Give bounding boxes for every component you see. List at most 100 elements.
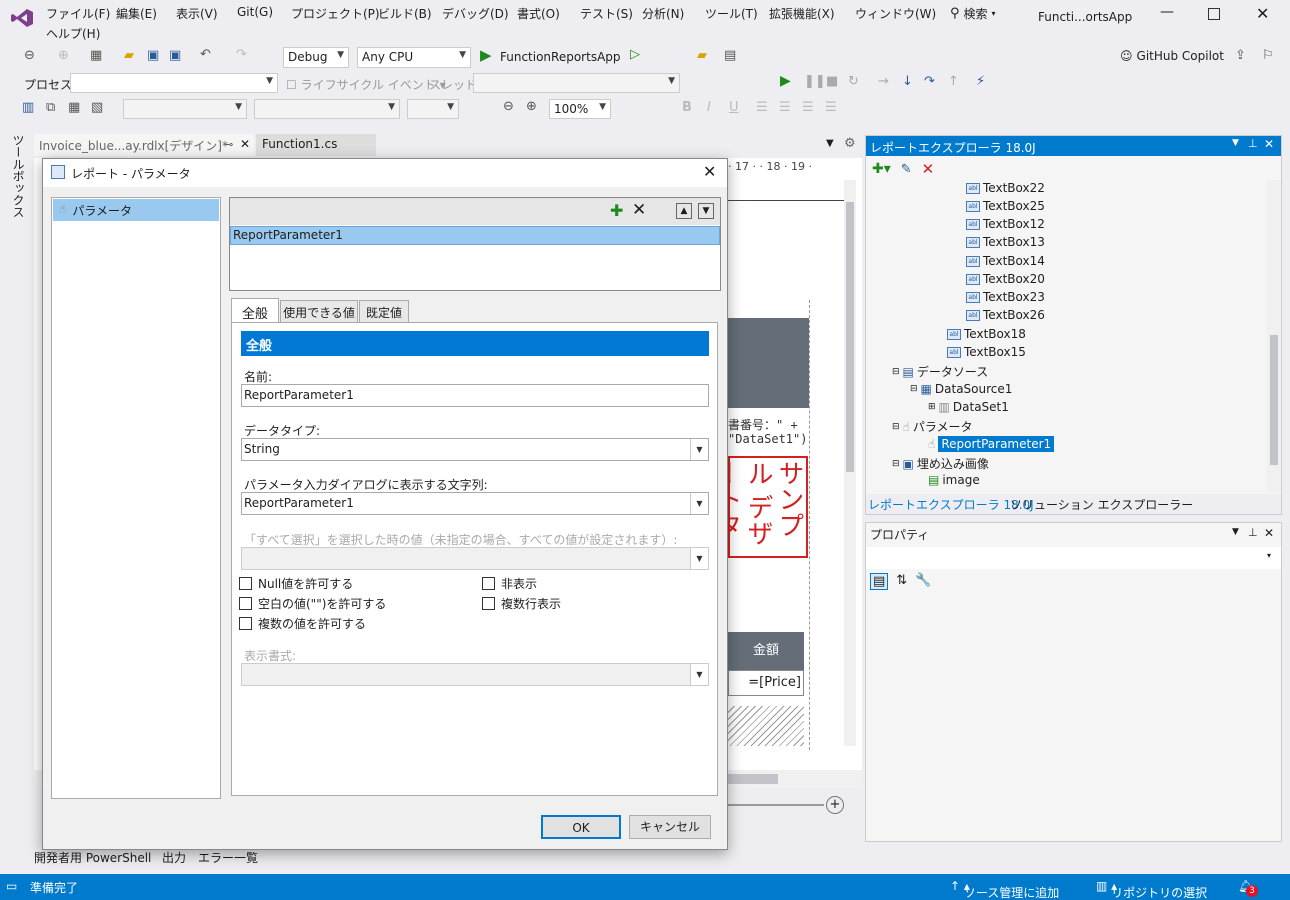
vertical-scrollbar[interactable] bbox=[844, 180, 856, 746]
font-size-select[interactable]: ▼ bbox=[407, 99, 459, 119]
tab-default-values[interactable]: 既定値 bbox=[359, 300, 409, 323]
process-select[interactable]: ▼ bbox=[70, 73, 278, 93]
explorer-scrollbar[interactable] bbox=[1267, 180, 1281, 492]
italic-icon[interactable]: I bbox=[707, 100, 711, 115]
copy-layout-icon[interactable]: ⧉ bbox=[46, 100, 55, 115]
menu-tools[interactable]: ツール(T) bbox=[705, 5, 758, 22]
layout-icon[interactable]: ▥ bbox=[22, 100, 34, 115]
maximize-button[interactable] bbox=[1208, 8, 1220, 20]
open-folder-icon[interactable]: ▰ bbox=[124, 48, 134, 63]
tab-output[interactable]: 出力 bbox=[162, 849, 186, 866]
scroll-thumb[interactable] bbox=[846, 202, 854, 472]
menu-git[interactable]: Git(G) bbox=[237, 5, 273, 19]
undo-icon[interactable]: ↶ bbox=[200, 47, 211, 62]
show-next-statement-icon[interactable]: → bbox=[878, 74, 889, 89]
menu-analyze[interactable]: 分析(N) bbox=[642, 5, 684, 22]
allow-blank-checkbox[interactable]: 空白の値("")を許可する bbox=[239, 595, 386, 612]
tree-item-textbox18[interactable]: abl TextBox18 bbox=[947, 327, 1026, 341]
redo-icon[interactable]: ↷ bbox=[236, 47, 247, 62]
add-icon[interactable]: ✚▾ bbox=[872, 161, 891, 177]
back-icon[interactable]: ⊖ bbox=[24, 48, 35, 63]
search-box[interactable]: ⚲ 検索 ▾ bbox=[950, 5, 996, 22]
pin-icon[interactable]: ⊥ bbox=[1248, 137, 1258, 150]
menu-test[interactable]: テスト(S) bbox=[580, 5, 633, 22]
tab-function1[interactable]: Function1.cs bbox=[256, 134, 376, 156]
menu-extensions[interactable]: 拡張機能(X) bbox=[769, 5, 835, 22]
share-icon[interactable]: ⇪ bbox=[1235, 48, 1246, 63]
tab-available-values[interactable]: 使用できる値 bbox=[280, 300, 358, 323]
chevron-down-icon[interactable]: ▼ bbox=[1232, 138, 1239, 148]
menu-edit[interactable]: 編集(E) bbox=[116, 5, 157, 22]
copilot-button[interactable]: ☺ GitHub Copilot bbox=[1120, 49, 1224, 63]
close-icon[interactable]: ✕ bbox=[240, 137, 250, 151]
tree-item-textbox22[interactable]: abl TextBox22 bbox=[966, 181, 1045, 195]
tree-item-textbox20[interactable]: abl TextBox20 bbox=[966, 272, 1045, 286]
menu-help[interactable]: ヘルプ(H) bbox=[46, 25, 100, 42]
window-layout-icon[interactable]: ▤ bbox=[724, 48, 736, 63]
close-window-button[interactable]: ✕ bbox=[1256, 4, 1269, 23]
amount-header[interactable]: 金額 bbox=[728, 632, 804, 670]
tree-item-image[interactable]: ▤ image bbox=[928, 473, 980, 487]
format-select[interactable]: ▼ bbox=[241, 663, 709, 686]
pause-icon[interactable]: ❚❚ bbox=[804, 74, 826, 89]
group-icon[interactable]: ▦ bbox=[68, 100, 80, 115]
folder-icon[interactable]: ▰ bbox=[697, 48, 707, 63]
hidden-checkbox[interactable]: 非表示 bbox=[482, 575, 537, 592]
bold-icon[interactable]: B bbox=[682, 100, 692, 115]
stop-icon[interactable]: ■ bbox=[826, 74, 838, 89]
play-icon[interactable]: ▶ bbox=[480, 46, 492, 64]
minimize-button[interactable]: — bbox=[1160, 4, 1174, 20]
ok-button[interactable]: OK bbox=[541, 815, 621, 839]
tree-item-datasources[interactable]: ⊟ ▤ データソース bbox=[892, 363, 988, 380]
restart-icon[interactable]: ↻ bbox=[848, 74, 859, 89]
platform-select[interactable]: Any CPU ▼ bbox=[357, 47, 471, 68]
move-up-icon[interactable]: ▲ bbox=[676, 203, 692, 219]
step-out-icon[interactable]: ↑ bbox=[948, 74, 959, 89]
multiline-checkbox[interactable]: 複数行表示 bbox=[482, 595, 561, 612]
gear-icon[interactable]: ⚙ bbox=[844, 136, 856, 151]
close-icon[interactable]: ✕ bbox=[1264, 526, 1274, 540]
menu-debug[interactable]: デバッグ(D) bbox=[442, 5, 509, 22]
menu-file[interactable]: ファイル(F) bbox=[46, 5, 110, 22]
zoom-in-button[interactable]: + bbox=[826, 796, 844, 814]
move-down-icon[interactable]: ▼ bbox=[698, 203, 714, 219]
repository-button[interactable]: ▥ リポジトリの選択 ▴ bbox=[1096, 879, 1207, 900]
thread-select[interactable]: ▼ bbox=[473, 73, 680, 93]
explorer-scroll-thumb[interactable] bbox=[1270, 335, 1278, 465]
tree-item-embedded-images[interactable]: ⊟ ▣ 埋め込み画像 bbox=[892, 455, 989, 472]
run-without-debug-icon[interactable]: ▷ bbox=[630, 47, 640, 62]
align-right-icon[interactable]: ☰ bbox=[802, 100, 814, 115]
dialog-close-button[interactable]: ✕ bbox=[703, 162, 716, 181]
run-target-button[interactable]: FunctionReportsApp bbox=[500, 50, 621, 64]
chevron-down-icon[interactable]: ▼ bbox=[826, 138, 834, 149]
align-center-icon[interactable]: ☰ bbox=[779, 100, 791, 115]
edit-icon[interactable]: ✎ bbox=[901, 162, 912, 177]
menu-view[interactable]: 表示(V) bbox=[176, 5, 218, 22]
hscroll-thumb[interactable] bbox=[728, 774, 778, 784]
step-into-icon[interactable]: ↓ bbox=[902, 74, 913, 89]
tree-item-parameters[interactable]: ⊟ ☝ パラメータ bbox=[892, 418, 973, 435]
tab-error-list[interactable]: エラー一覧 bbox=[198, 849, 258, 866]
align-left-icon[interactable]: ☰ bbox=[756, 100, 768, 115]
tab-general[interactable]: 全般 bbox=[231, 298, 279, 324]
underline-icon[interactable]: U bbox=[729, 100, 739, 115]
feedback-icon[interactable]: ⚐ bbox=[1262, 48, 1274, 63]
chevron-down-icon[interactable]: ▼ bbox=[1232, 527, 1239, 537]
sort-alpha-icon[interactable]: ⇅ bbox=[896, 573, 907, 590]
continue-icon[interactable]: ▶ bbox=[780, 73, 791, 89]
toolbox-tab[interactable]: ツールボックス bbox=[10, 134, 27, 218]
categorized-icon[interactable]: ▤ bbox=[870, 573, 889, 590]
save-icon[interactable]: ▣ bbox=[147, 48, 159, 63]
object-select[interactable]: ▾ bbox=[866, 547, 1281, 569]
menu-project[interactable]: プロジェクト(P) bbox=[291, 5, 380, 22]
name-field[interactable]: ReportParameter1 bbox=[241, 384, 709, 407]
tree-item-textbox13[interactable]: abl TextBox13 bbox=[966, 235, 1045, 249]
pin-icon[interactable]: ⊸ bbox=[224, 138, 233, 151]
step-over-icon[interactable]: ↷ bbox=[924, 74, 935, 89]
tree-item-textbox15[interactable]: abl TextBox15 bbox=[947, 345, 1026, 359]
stamp-image[interactable]: サンプル デザートタ 株式 bbox=[728, 456, 808, 558]
tab-powershell[interactable]: 開発者用 PowerShell bbox=[34, 849, 151, 866]
parameter-list-item[interactable]: ReportParameter1 bbox=[230, 226, 720, 245]
style-select[interactable]: ▼ bbox=[123, 99, 247, 119]
price-cell[interactable]: =[Price] bbox=[728, 670, 804, 696]
